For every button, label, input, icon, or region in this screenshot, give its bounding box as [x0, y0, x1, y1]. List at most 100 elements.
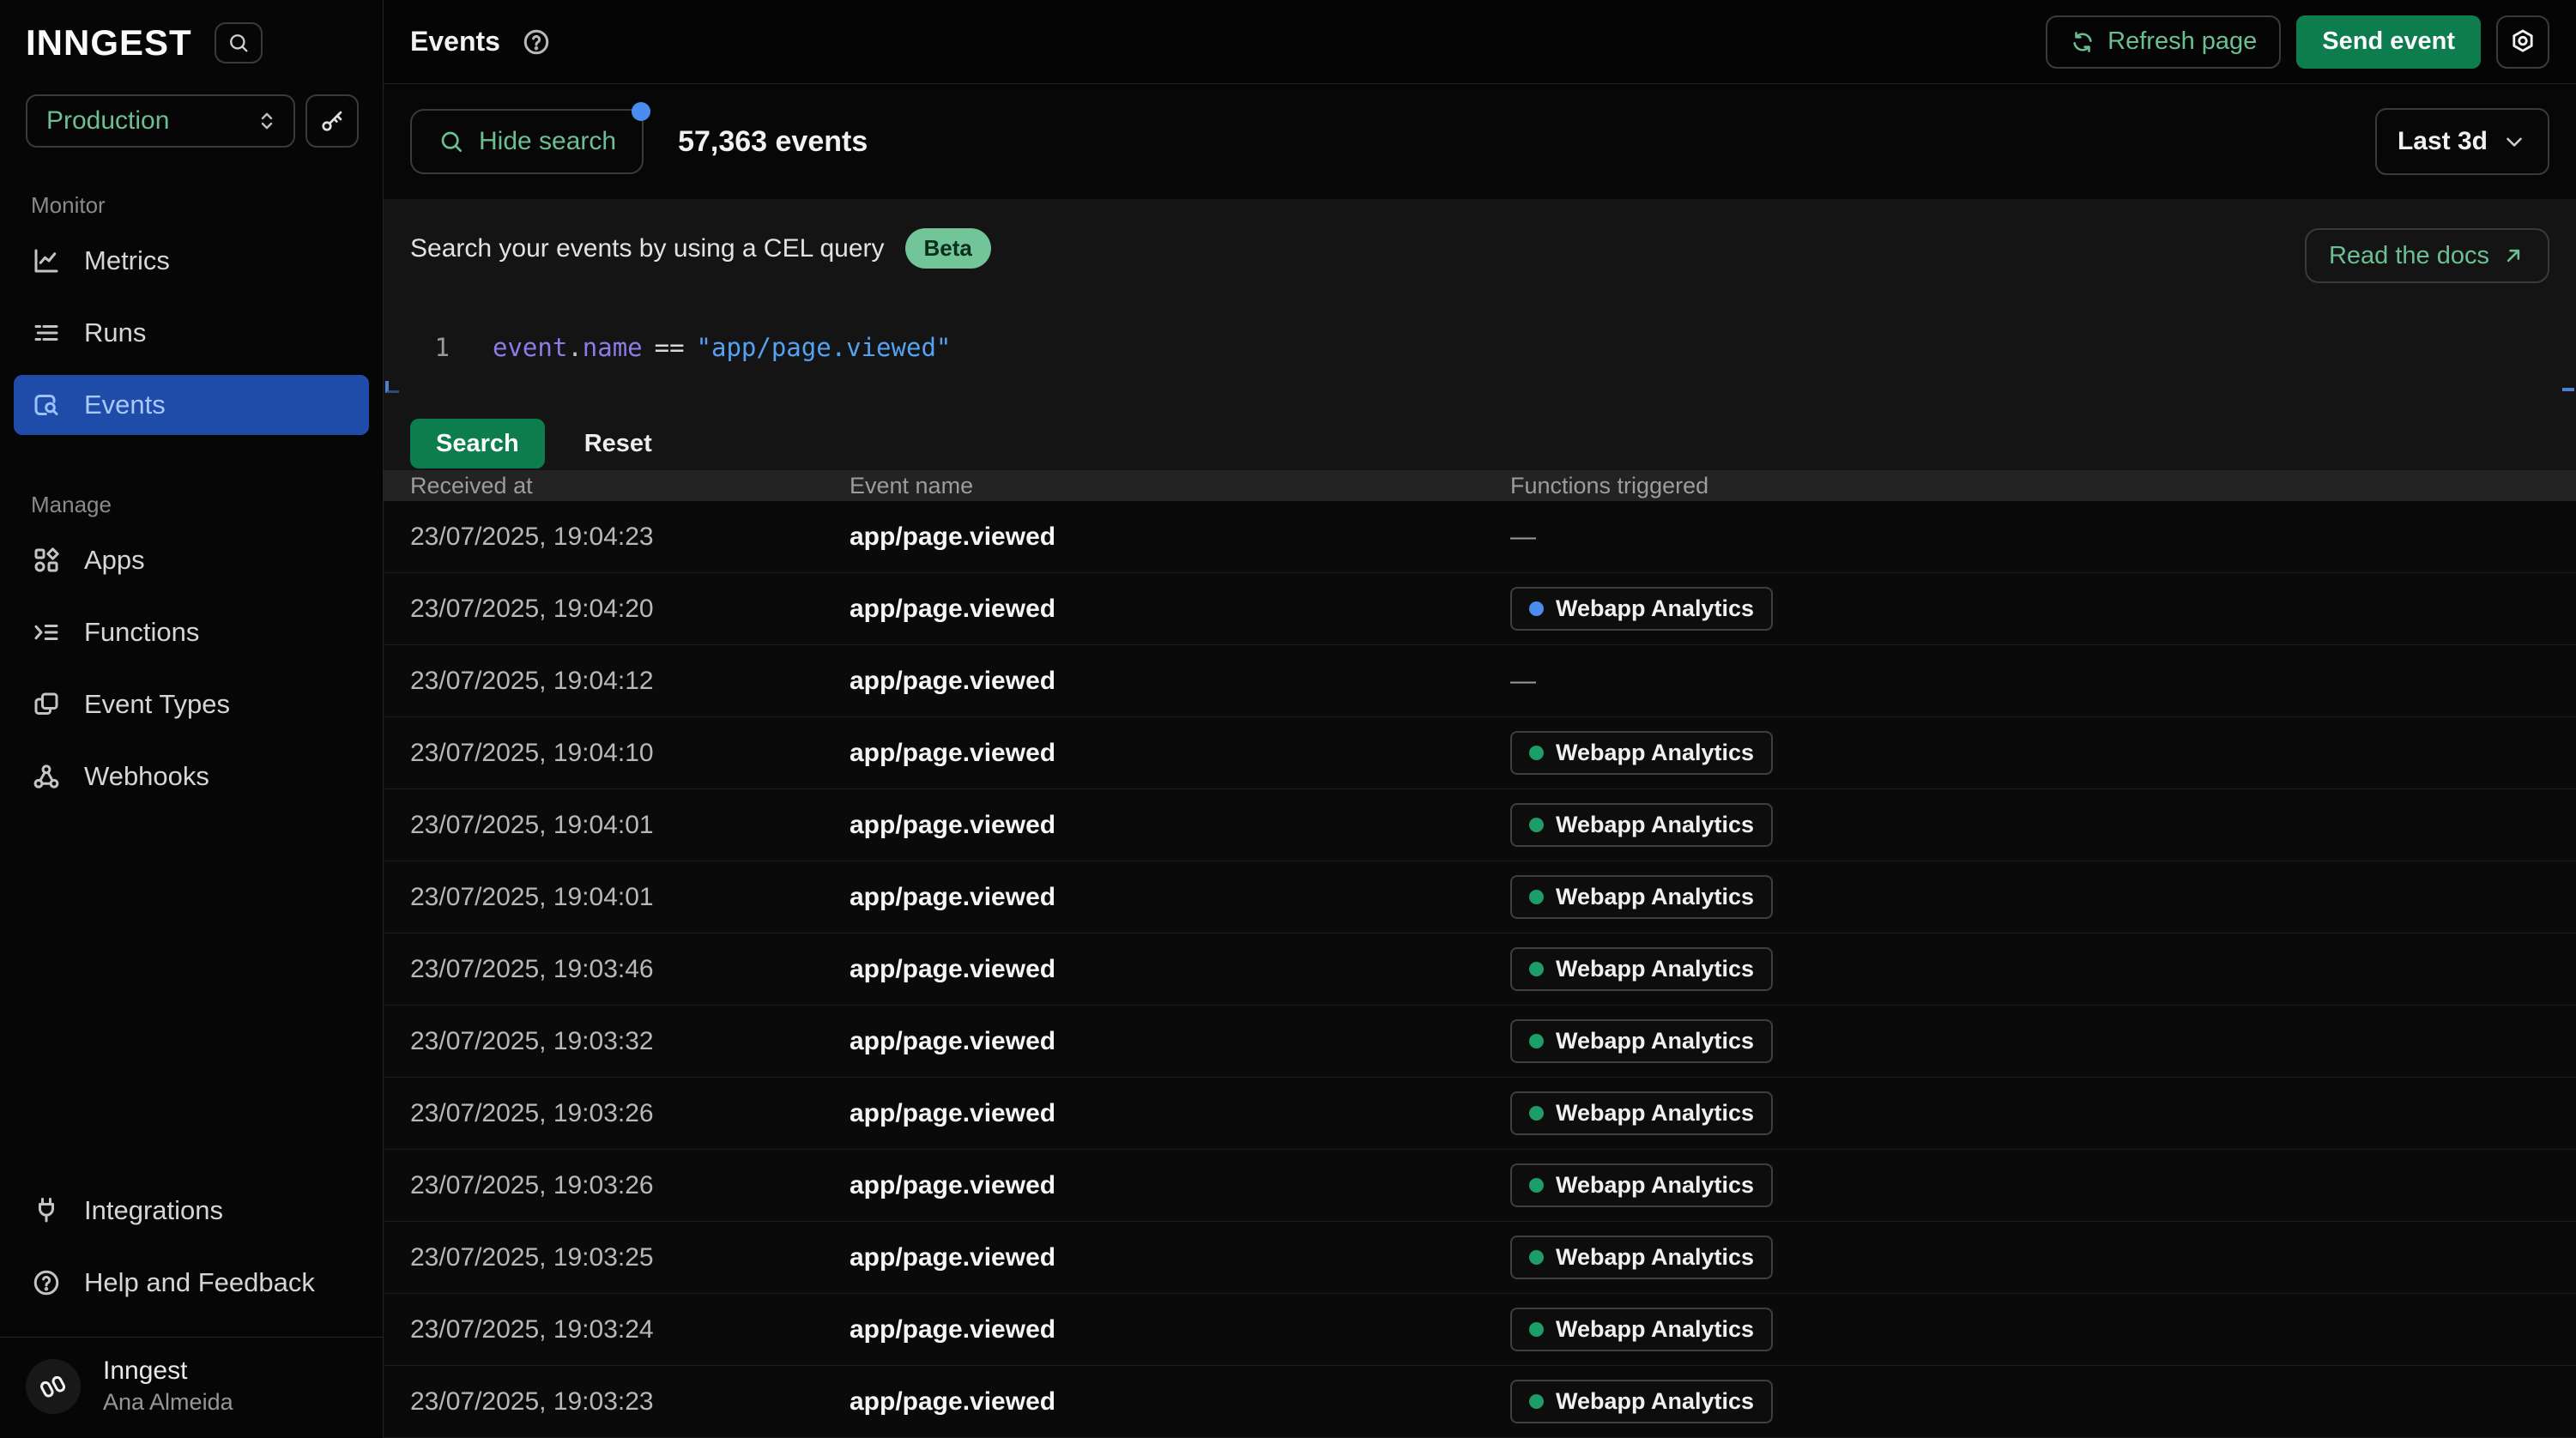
cell-functions: Webapp Analytics [1510, 1236, 2576, 1279]
table-row[interactable]: 23/07/2025, 19:04:01 app/page.viewed Web… [384, 861, 2576, 933]
sidebar-item-help-feedback[interactable]: Help and Feedback [14, 1253, 369, 1313]
sidebar-search-button[interactable] [215, 22, 263, 63]
table-row[interactable]: 23/07/2025, 19:04:23 app/page.viewed — [384, 501, 2576, 573]
search-button[interactable]: Search [410, 419, 545, 468]
question-circle-icon [31, 1267, 62, 1298]
plug-icon [31, 1195, 62, 1226]
event-keys-button[interactable] [305, 94, 359, 148]
settings-button[interactable] [2496, 15, 2549, 69]
sidebar-section-manage: Manage [0, 492, 383, 518]
cell-event-name: app/page.viewed [850, 955, 1510, 984]
events-table: Received at Event name Functions trigger… [384, 470, 2576, 1438]
table-row[interactable]: 23/07/2025, 19:03:23 app/page.viewed Web… [384, 1366, 2576, 1438]
send-event-button[interactable]: Send event [2296, 15, 2481, 69]
table-row[interactable]: 23/07/2025, 19:04:10 app/page.viewed Web… [384, 717, 2576, 789]
table-row[interactable]: 23/07/2025, 19:03:25 app/page.viewed Web… [384, 1222, 2576, 1294]
cell-received-at: 23/07/2025, 19:04:12 [410, 667, 850, 696]
sidebar-item-label: Help and Feedback [84, 1267, 315, 1298]
function-pill[interactable]: Webapp Analytics [1510, 1380, 1773, 1423]
refresh-page-button[interactable]: Refresh page [2046, 15, 2281, 69]
cell-functions: Webapp Analytics [1510, 1163, 2576, 1207]
table-row[interactable]: 23/07/2025, 19:03:24 app/page.viewed Web… [384, 1294, 2576, 1366]
table-row[interactable]: 23/07/2025, 19:04:12 app/page.viewed — [384, 645, 2576, 717]
function-pill[interactable]: Webapp Analytics [1510, 947, 1773, 991]
function-pill-label: Webapp Analytics [1556, 956, 1754, 982]
hide-search-label: Hide search [479, 127, 616, 156]
avatar [26, 1359, 81, 1414]
function-pill[interactable]: Webapp Analytics [1510, 587, 1773, 631]
sidebar-item-label: Functions [84, 617, 199, 648]
cel-query-editor[interactable]: 1 event.name=="app/page.viewed" [410, 333, 2549, 362]
sidebar-item-label: Webhooks [84, 761, 209, 792]
code-token-property: name [583, 333, 643, 362]
sidebar-item-label: Events [84, 390, 166, 420]
cell-functions: Webapp Analytics [1510, 875, 2576, 919]
sidebar-item-label: Apps [84, 545, 145, 576]
function-status-dot [1529, 1034, 1544, 1048]
arrow-up-right-icon [2501, 244, 2525, 268]
no-functions-dash: — [1510, 667, 1536, 695]
cell-event-name: app/page.viewed [850, 1243, 1510, 1272]
function-pill[interactable]: Webapp Analytics [1510, 1091, 1773, 1135]
sidebar-item-metrics[interactable]: Metrics [14, 231, 369, 291]
function-pill[interactable]: Webapp Analytics [1510, 731, 1773, 775]
table-row[interactable]: 23/07/2025, 19:03:26 app/page.viewed Web… [384, 1150, 2576, 1222]
sidebar-item-integrations[interactable]: Integrations [14, 1181, 369, 1241]
profile-user-name: Ana Almeida [103, 1389, 233, 1416]
event-types-icon [31, 689, 62, 720]
table-row[interactable]: 23/07/2025, 19:03:26 app/page.viewed Web… [384, 1078, 2576, 1150]
function-status-dot [1529, 962, 1544, 976]
cell-functions: Webapp Analytics [1510, 587, 2576, 631]
cell-event-name: app/page.viewed [850, 1171, 1510, 1200]
cell-event-name: app/page.viewed [850, 595, 1510, 624]
sidebar-item-webhooks[interactable]: Webhooks [14, 746, 369, 807]
table-row[interactable]: 23/07/2025, 19:04:20 app/page.viewed Web… [384, 573, 2576, 645]
cell-received-at: 23/07/2025, 19:03:46 [410, 955, 850, 984]
functions-icon [31, 617, 62, 648]
time-range-dropdown[interactable]: Last 3d [2375, 108, 2549, 175]
function-pill-label: Webapp Analytics [1556, 1316, 1754, 1343]
sidebar-item-functions[interactable]: Functions [14, 602, 369, 662]
function-status-dot [1529, 1106, 1544, 1121]
sidebar-item-events[interactable]: Events [14, 375, 369, 435]
read-the-docs-label: Read the docs [2329, 242, 2489, 270]
function-pill-label: Webapp Analytics [1556, 884, 1754, 910]
function-pill[interactable]: Webapp Analytics [1510, 1308, 1773, 1351]
table-row[interactable]: 23/07/2025, 19:04:01 app/page.viewed Web… [384, 789, 2576, 861]
table-body: 23/07/2025, 19:04:23 app/page.viewed — 2… [384, 501, 2576, 1438]
read-the-docs-button[interactable]: Read the docs [2305, 228, 2549, 283]
events-toolbar: Hide search 57,363 events Last 3d [384, 84, 2576, 199]
function-pill-label: Webapp Analytics [1556, 1100, 1754, 1127]
cel-search-panel: Search your events by using a CEL query … [384, 199, 2576, 470]
chevron-down-icon [2501, 129, 2527, 154]
function-pill[interactable]: Webapp Analytics [1510, 1019, 1773, 1063]
function-pill-label: Webapp Analytics [1556, 1388, 1754, 1415]
sidebar-item-runs[interactable]: Runs [14, 303, 369, 363]
function-status-dot [1529, 1178, 1544, 1193]
cell-functions: Webapp Analytics [1510, 947, 2576, 991]
function-pill[interactable]: Webapp Analytics [1510, 875, 1773, 919]
environment-selector[interactable]: Production [26, 94, 295, 148]
table-row[interactable]: 23/07/2025, 19:03:32 app/page.viewed Web… [384, 1006, 2576, 1078]
function-status-dot [1529, 601, 1544, 616]
function-pill-label: Webapp Analytics [1556, 740, 1754, 766]
hide-search-button[interactable]: Hide search [410, 109, 644, 174]
cell-received-at: 23/07/2025, 19:03:24 [410, 1315, 850, 1344]
column-header-received-at: Received at [410, 473, 850, 499]
sidebar-item-event-types[interactable]: Event Types [14, 674, 369, 734]
function-pill[interactable]: Webapp Analytics [1510, 803, 1773, 847]
reset-button[interactable]: Reset [584, 430, 652, 458]
profile-menu[interactable]: Inngest Ana Almeida [0, 1338, 383, 1438]
editor-focus-corner-left [385, 381, 399, 393]
app-window: INNGEST Production Monitor [0, 0, 2576, 1438]
sidebar-item-apps[interactable]: Apps [14, 530, 369, 590]
function-pill-label: Webapp Analytics [1556, 812, 1754, 838]
function-pill[interactable]: Webapp Analytics [1510, 1236, 1773, 1279]
cell-event-name: app/page.viewed [850, 523, 1510, 552]
function-pill[interactable]: Webapp Analytics [1510, 1163, 1773, 1207]
cell-event-name: app/page.viewed [850, 811, 1510, 840]
code-token-separator: . [567, 333, 582, 362]
cell-received-at: 23/07/2025, 19:04:01 [410, 811, 850, 840]
table-row[interactable]: 23/07/2025, 19:03:46 app/page.viewed Web… [384, 933, 2576, 1006]
page-help-icon[interactable] [521, 27, 552, 57]
